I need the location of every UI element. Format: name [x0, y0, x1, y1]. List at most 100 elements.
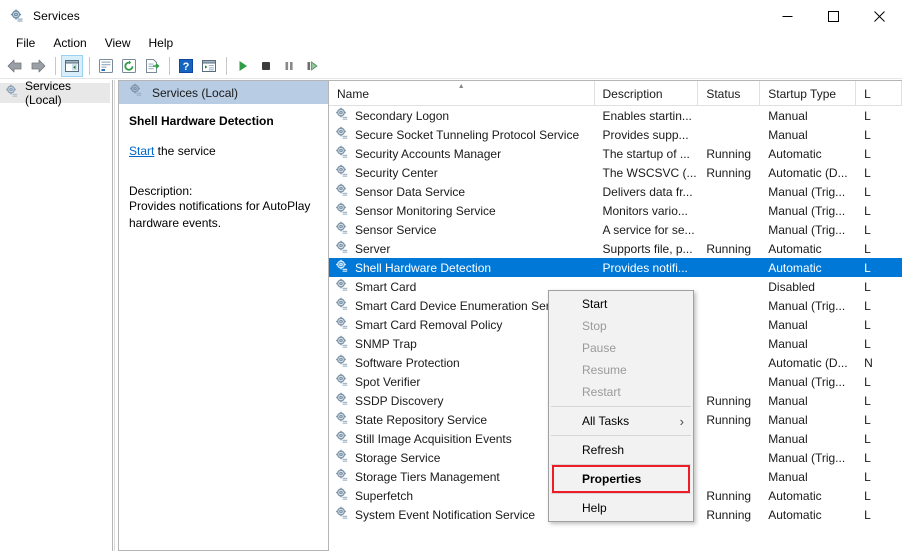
table-row[interactable]: Sensor Monitoring ServiceMonitors vario.…: [329, 201, 902, 220]
menu-item-help[interactable]: Help: [140, 33, 183, 53]
service-name-label: Still Image Acquisition Events: [355, 432, 512, 446]
column-header-status[interactable]: Status: [698, 81, 760, 106]
context-menu-item-label: Stop: [582, 319, 607, 333]
cell-service-name: Sensor Service: [329, 220, 595, 239]
cell-description: Delivers data fr...: [595, 185, 699, 199]
cell-startup-type: Automatic (D...: [760, 356, 856, 370]
cell-log-on-as: L: [856, 451, 902, 465]
context-menu-item-label: Pause: [582, 341, 616, 355]
restart-icon[interactable]: [301, 55, 323, 77]
service-name-label: Smart Card Device Enumeration Serv: [355, 299, 556, 313]
table-row[interactable]: Sensor ServiceA service for se... Manual …: [329, 220, 902, 239]
table-row[interactable]: Security Accounts ManagerThe startup of …: [329, 144, 902, 163]
column-header-label: Description: [603, 87, 663, 101]
menu-item-view[interactable]: View: [96, 33, 140, 53]
title-bar: Services: [0, 0, 902, 32]
column-header-label: Name: [337, 87, 369, 101]
cell-log-on-as: L: [856, 489, 902, 503]
context-menu-item-all-tasks[interactable]: All Tasks›: [549, 410, 693, 432]
table-row[interactable]: Security CenterThe WSCSVC (...RunningAut…: [329, 163, 902, 182]
stop-icon[interactable]: [255, 55, 277, 77]
column-header-description[interactable]: Description: [595, 81, 699, 106]
cell-status: Running: [698, 413, 760, 427]
close-button[interactable]: [856, 0, 902, 32]
service-context-menu: StartStopPauseResumeRestartAll Tasks›Ref…: [548, 290, 694, 522]
services-gear-icon: [334, 163, 350, 182]
table-row[interactable]: Secure Socket Tunneling Protocol Service…: [329, 125, 902, 144]
table-row[interactable]: Secondary LogonEnables startin...ManualL: [329, 106, 902, 125]
description-text: Provides notifications for AutoPlay hard…: [129, 198, 318, 232]
cell-service-name: Security Center: [329, 163, 595, 182]
table-row[interactable]: ServerSupports file, p...RunningAutomati…: [329, 239, 902, 258]
cell-log-on-as: L: [856, 204, 902, 218]
services-gear-icon: [4, 83, 20, 104]
service-name-label: Smart Card Removal Policy: [355, 318, 502, 332]
context-menu-item-wrap: Restart: [549, 381, 693, 403]
column-header-label: Status: [706, 87, 740, 101]
column-header-startup-type[interactable]: Startup Type: [760, 81, 856, 106]
context-menu-item-refresh[interactable]: Refresh: [549, 439, 693, 461]
minimize-button[interactable]: [764, 0, 810, 32]
pane-splitter[interactable]: [110, 80, 118, 551]
cell-log-on-as: L: [856, 394, 902, 408]
detail-pane-header: Services (Local): [119, 81, 328, 104]
context-menu-item-label: Refresh: [582, 443, 624, 457]
cell-startup-type: Automatic: [760, 489, 856, 503]
help-question-icon[interactable]: ?: [175, 55, 197, 77]
pause-icon[interactable]: [278, 55, 300, 77]
services-gear-icon: [334, 505, 350, 524]
tree-item-services-local[interactable]: Services (Local): [0, 83, 110, 103]
services-gear-icon: [334, 258, 350, 277]
menu-item-file[interactable]: File: [7, 33, 44, 53]
services-gear-icon: [334, 372, 350, 391]
toolbar: ?: [0, 54, 902, 78]
cell-startup-type: Manual: [760, 413, 856, 427]
column-header-l[interactable]: L: [856, 81, 902, 106]
list-column-headers: Name ▲ Description Status Startup Type L: [329, 81, 902, 106]
cell-log-on-as: N: [856, 356, 902, 370]
cell-startup-type: Manual (Trig...: [760, 299, 856, 313]
cell-startup-type: Manual: [760, 318, 856, 332]
sort-ascending-icon: ▲: [458, 83, 465, 90]
back-button[interactable]: [4, 55, 26, 77]
services-gear-icon: [334, 448, 350, 467]
cell-startup-type: Automatic: [760, 508, 856, 522]
cell-startup-type: Manual (Trig...: [760, 375, 856, 389]
context-menu-item-wrap: Help: [549, 497, 693, 519]
cell-description: Provides notifi...: [595, 261, 699, 275]
start-service-link[interactable]: Start: [129, 144, 154, 158]
cell-description: Supports file, p...: [595, 242, 699, 256]
table-row-selected[interactable]: Shell Hardware DetectionProvides notifi.…: [329, 258, 902, 277]
service-name-label: Software Protection: [355, 356, 460, 370]
cell-status: Running: [698, 508, 760, 522]
context-menu-item-help[interactable]: Help: [549, 497, 693, 519]
forward-button[interactable]: [27, 55, 49, 77]
service-name-label: Secondary Logon: [355, 109, 449, 123]
cell-log-on-as: L: [856, 261, 902, 275]
services-gear-icon: [334, 201, 350, 220]
cell-service-name: Server: [329, 239, 595, 258]
maximize-button[interactable]: [810, 0, 856, 32]
detail-pane-icon[interactable]: [198, 55, 220, 77]
cell-description: Monitors vario...: [595, 204, 699, 218]
play-icon[interactable]: [232, 55, 254, 77]
column-header-label: L: [864, 87, 871, 101]
cell-log-on-as: L: [856, 280, 902, 294]
context-menu-item-start[interactable]: Start: [549, 293, 693, 315]
cell-startup-type: Automatic: [760, 261, 856, 275]
refresh-icon[interactable]: [118, 55, 140, 77]
cell-log-on-as: L: [856, 375, 902, 389]
cell-startup-type: Manual (Trig...: [760, 204, 856, 218]
cell-description: A service for se...: [595, 223, 699, 237]
window-title: Services: [33, 9, 80, 23]
menu-item-action[interactable]: Action: [44, 33, 95, 53]
export-list-icon[interactable]: [141, 55, 163, 77]
column-header-name[interactable]: Name ▲: [329, 81, 595, 106]
context-menu-item-properties[interactable]: Properties: [549, 468, 693, 490]
cell-startup-type: Manual (Trig...: [760, 223, 856, 237]
console-tree-icon[interactable]: [61, 55, 83, 77]
table-row[interactable]: Sensor Data ServiceDelivers data fr...Ma…: [329, 182, 902, 201]
column-header-label: Startup Type: [768, 87, 836, 101]
toolbar-separator: [89, 57, 90, 75]
action-pane-icon[interactable]: [95, 55, 117, 77]
